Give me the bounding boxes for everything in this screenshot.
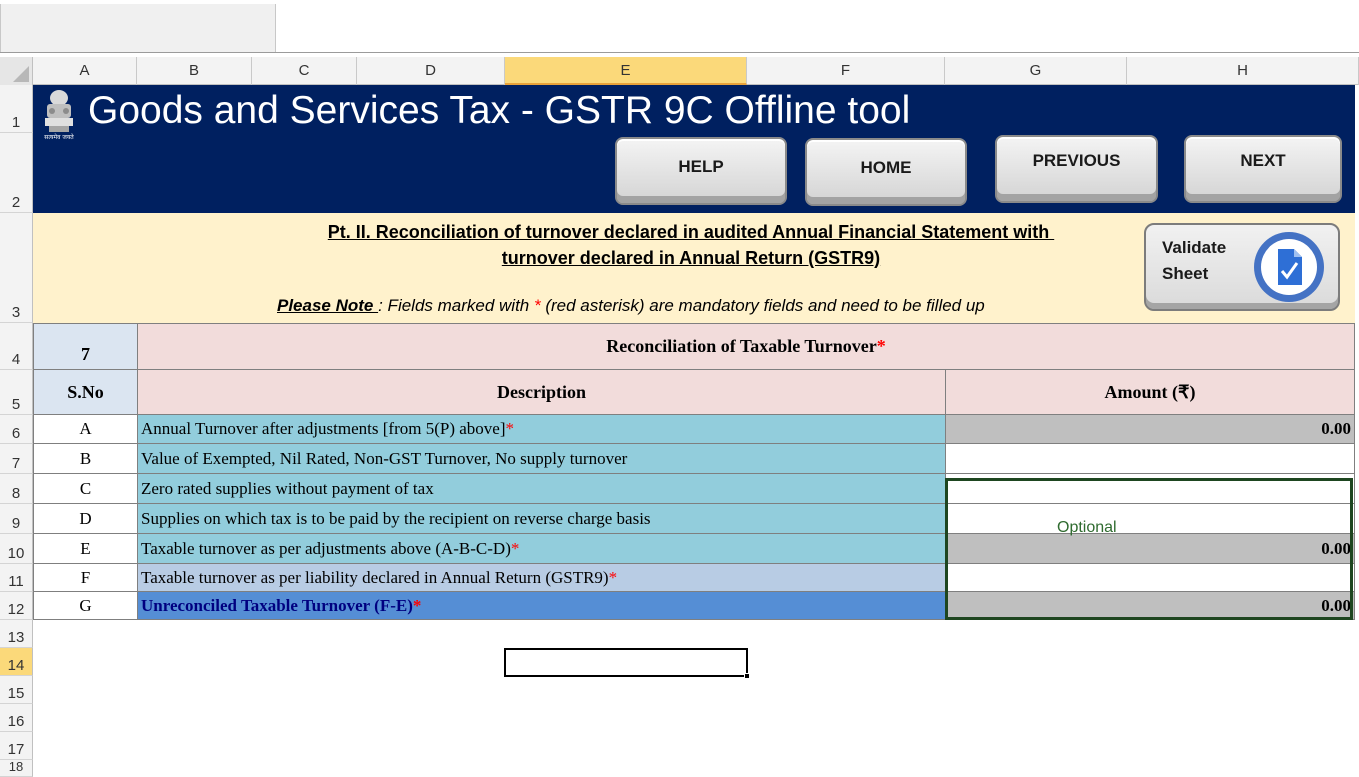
- section-title-text: Reconciliation of Taxable Turnover: [606, 336, 877, 356]
- amount-input-row-c[interactable]: [945, 473, 1355, 504]
- home-button-label: HOME: [860, 158, 912, 177]
- section-number: 7: [33, 323, 138, 370]
- row-header-7[interactable]: 7: [0, 444, 33, 474]
- row-header-2[interactable]: 2: [0, 133, 33, 213]
- validate-document-icon: [1254, 232, 1324, 302]
- row-header-12[interactable]: 12: [0, 592, 33, 620]
- row-label-b: B: [33, 443, 138, 474]
- column-header-c[interactable]: C: [252, 57, 357, 85]
- sheet-grid: सत्यमेव जयते Goods and Services Tax - GS…: [33, 85, 1359, 777]
- select-all-corner[interactable]: [0, 57, 33, 85]
- row-header-18[interactable]: 18: [0, 760, 33, 777]
- title-banner: सत्यमेव जयते Goods and Services Tax - GS…: [33, 85, 1355, 213]
- column-header-e[interactable]: E: [505, 57, 747, 85]
- part-title-line1: Pt. II. Reconciliation of turnover decla…: [327, 222, 1055, 242]
- row-header-5[interactable]: 5: [0, 370, 33, 415]
- note-text-before: : Fields marked with: [378, 296, 534, 315]
- note-text-after: (red asterisk) are mandatory fields and …: [540, 296, 985, 315]
- note-label: Please Note: [277, 296, 379, 315]
- help-button[interactable]: HELP: [615, 137, 787, 205]
- desc-row-g: Unreconciled Taxable Turnover (F-E) *: [137, 591, 946, 620]
- desc-row-c-text: Zero rated supplies without payment of t…: [141, 478, 434, 498]
- amount-input-row-b[interactable]: [945, 443, 1355, 474]
- amount-row-e: 0.00: [945, 533, 1355, 564]
- row-header-13[interactable]: 13: [0, 620, 33, 648]
- desc-row-a: Annual Turnover after adjustments [from …: [137, 414, 946, 444]
- column-header-h[interactable]: H: [1127, 57, 1359, 85]
- select-all-triangle-icon: [13, 66, 29, 82]
- mandatory-note: Please Note : Fields marked with * (red …: [277, 296, 985, 316]
- row-header-10[interactable]: 10: [0, 534, 33, 564]
- column-header-row: A B C D E F G H: [0, 57, 1359, 85]
- row-label-f: F: [33, 563, 138, 592]
- row-header-11[interactable]: 11: [0, 564, 33, 592]
- sno-header: S.No: [33, 369, 138, 415]
- column-header-f[interactable]: F: [747, 57, 945, 85]
- column-header-g[interactable]: G: [945, 57, 1127, 85]
- previous-button[interactable]: PREVIOUS: [995, 135, 1158, 203]
- row-label-a: A: [33, 414, 138, 444]
- desc-row-a-text: Annual Turnover after adjustments [from …: [141, 419, 506, 438]
- row-label-d: D: [33, 503, 138, 534]
- row-header-15[interactable]: 15: [0, 676, 33, 704]
- desc-row-c: Zero rated supplies without payment of t…: [137, 473, 946, 504]
- ribbon-area: [0, 0, 1359, 57]
- home-button[interactable]: HOME: [805, 138, 967, 206]
- row-header-3[interactable]: 3: [0, 213, 33, 323]
- part-title: Pt. II. Reconciliation of turnover decla…: [263, 219, 1119, 271]
- previous-button-label: PREVIOUS: [1032, 151, 1121, 170]
- name-box[interactable]: [0, 4, 276, 53]
- note-asterisk: *: [534, 296, 541, 315]
- amount-header: Amount (₹): [945, 369, 1355, 415]
- validate-sheet-label: Validate Sheet: [1162, 238, 1227, 283]
- fill-handle[interactable]: [744, 673, 750, 679]
- validate-sheet-button[interactable]: Validate Sheet: [1144, 223, 1340, 311]
- column-header-a[interactable]: A: [33, 57, 137, 85]
- row-label-e: E: [33, 533, 138, 564]
- row-header-9[interactable]: 9: [0, 504, 33, 534]
- desc-row-e-text: Taxable turnover as per adjustments abov…: [141, 538, 511, 558]
- row-header-16[interactable]: 16: [0, 704, 33, 732]
- desc-row-a-asterisk: *: [505, 419, 514, 438]
- help-button-label: HELP: [678, 157, 724, 176]
- desc-row-f: Taxable turnover as per liability declar…: [137, 563, 946, 592]
- desc-row-g-text: Unreconciled Taxable Turnover (F-E): [141, 595, 413, 615]
- app-title: Goods and Services Tax - GSTR 9C Offline…: [88, 89, 911, 132]
- desc-row-b-text: Value of Exempted, Nil Rated, Non-GST Tu…: [141, 448, 628, 468]
- desc-row-d: Supplies on which tax is to be paid by t…: [137, 503, 946, 534]
- desc-row-e: Taxable turnover as per adjustments abov…: [137, 533, 946, 564]
- desc-row-f-asterisk: *: [608, 567, 618, 587]
- amount-input-row-d[interactable]: [945, 503, 1355, 534]
- column-header-d[interactable]: D: [357, 57, 505, 85]
- emblem-caption: सत्यमेव जयते: [44, 134, 74, 141]
- section-title: Reconciliation of Taxable Turnover *: [137, 323, 1355, 370]
- next-button[interactable]: NEXT: [1184, 135, 1342, 203]
- active-cell-e14[interactable]: [504, 648, 750, 679]
- next-button-label: NEXT: [1240, 151, 1286, 170]
- row-header-4[interactable]: 4: [0, 323, 33, 370]
- desc-row-g-asterisk: *: [412, 595, 422, 615]
- desc-row-d-text: Supplies on which tax is to be paid by t…: [141, 508, 651, 528]
- part-title-line2: turnover declared in Annual Return (GSTR…: [501, 248, 881, 268]
- amount-input-row-f[interactable]: [945, 563, 1355, 592]
- row-label-c: C: [33, 473, 138, 504]
- amount-row-a: 0.00: [945, 414, 1355, 444]
- row-header-17[interactable]: 17: [0, 732, 33, 760]
- desc-row-e-asterisk: *: [510, 538, 520, 558]
- row-header-14[interactable]: 14: [0, 648, 33, 676]
- desc-row-b: Value of Exempted, Nil Rated, Non-GST Tu…: [137, 443, 946, 474]
- desc-row-f-text: Taxable turnover as per liability declar…: [141, 567, 609, 587]
- section-title-asterisk: *: [876, 336, 886, 356]
- row-header-6[interactable]: 6: [0, 415, 33, 444]
- description-header: Description: [137, 369, 946, 415]
- row-label-g: G: [33, 591, 138, 620]
- amount-row-g: 0.00: [945, 591, 1355, 620]
- row-header-8[interactable]: 8: [0, 474, 33, 504]
- row-header-1[interactable]: 1: [0, 85, 33, 133]
- optional-label: Optional: [1057, 519, 1117, 536]
- column-header-b[interactable]: B: [137, 57, 252, 85]
- ribbon-divider: [0, 52, 1359, 53]
